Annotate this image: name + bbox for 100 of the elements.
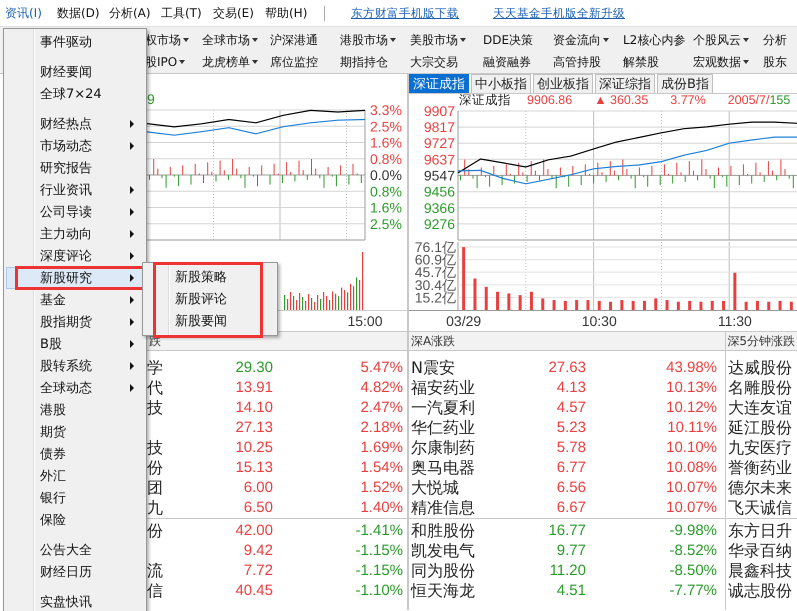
nav-item[interactable]: 股东	[763, 54, 787, 70]
stock-name: 东方日升	[728, 521, 793, 541]
menu-bar-item[interactable]: 工具(T)	[159, 2, 211, 24]
nav-item[interactable]: 解禁股	[623, 54, 659, 70]
stock-name: 流	[147, 561, 164, 581]
nav-item[interactable]: 资金流向	[553, 32, 601, 48]
menu-bar-item[interactable]: 数据(D)	[55, 2, 107, 24]
change-cell-text: -9.98%	[668, 521, 717, 541]
price-cell-text: 6.50	[242, 498, 273, 518]
nav-item[interactable]: 席位监控	[270, 54, 318, 70]
price-cell-text: 27.63	[547, 358, 586, 378]
volume-bar	[541, 298, 544, 310]
volume-bar	[496, 292, 500, 310]
nav-item[interactable]: 融资融券	[483, 54, 531, 70]
menu-item[interactable]: 财经日历	[6, 561, 145, 583]
index-percent: 3.77%	[670, 94, 706, 107]
axis-label: 03/29	[446, 313, 482, 329]
menu-item[interactable]: 债券	[6, 443, 145, 465]
menu-item[interactable]: 研究报告	[6, 157, 145, 179]
nav-item[interactable]: 全球市场	[202, 32, 250, 48]
price-cell-text: 10.25	[234, 438, 273, 458]
menu-item[interactable]: 全球动态	[6, 377, 145, 399]
link[interactable]: 东方财富手机版下载	[351, 6, 459, 20]
menu-item[interactable]: 财经要闻	[6, 61, 145, 83]
nav-item[interactable]: 分析	[763, 32, 787, 48]
volume-bar	[564, 300, 567, 310]
menu-item[interactable]: 新股评论	[144, 288, 276, 310]
change-cell-text: 2.47%	[359, 398, 403, 418]
nav-item[interactable]: 美股市场	[410, 32, 458, 48]
tab[interactable]: 深证成指	[409, 74, 469, 93]
column-header: 深A涨跌	[411, 334, 456, 348]
menu-item[interactable]: 全球7×24	[6, 83, 145, 105]
price-cell-text: 29.30	[234, 358, 273, 378]
menu-bar-item[interactable]: 交易(E)	[211, 2, 263, 24]
menu-item[interactable]: 实盘快讯	[6, 591, 145, 611]
volume-bar	[575, 300, 578, 310]
nav-item[interactable]: 港股市场	[340, 32, 388, 48]
price-cell-text: 7.72	[242, 561, 273, 581]
menu-item[interactable]: 事件驱动	[6, 31, 145, 53]
change-cell-text: 10.11%	[666, 418, 717, 438]
menu-item[interactable]: 保险	[6, 509, 145, 531]
menu-item[interactable]: 行业资讯	[6, 179, 145, 201]
nav-item[interactable]: 高管持股	[553, 54, 601, 70]
nav-item[interactable]: 个股风云	[693, 32, 741, 48]
stock-name: 学	[147, 358, 164, 378]
price-cell-text: 5.23	[556, 418, 586, 438]
stock-name: 恒天海龙	[411, 581, 476, 601]
tab[interactable]: 创业板指	[533, 74, 593, 93]
price-cell-text: 6.77	[556, 458, 586, 478]
price-cell-text: 6.56	[556, 478, 586, 498]
link[interactable]: 天天基金手机版全新升级	[493, 6, 625, 20]
axis-label: 9817	[424, 119, 455, 136]
volume-bar	[632, 300, 635, 310]
column-header: 深5分钟涨跌	[727, 334, 795, 348]
menu-item[interactable]: B股	[6, 333, 145, 355]
tab[interactable]: 深证综指	[595, 74, 655, 93]
menu-item[interactable]: 期货	[6, 421, 145, 443]
nav-item[interactable]: DDE决策	[483, 32, 534, 48]
menu-item[interactable]: 外汇	[6, 465, 145, 487]
menu-item[interactable]: 银行	[6, 487, 145, 509]
axis-label: 9276	[424, 216, 455, 232]
menu-item[interactable]: 新股策略	[144, 266, 276, 288]
menu-bar-item[interactable]: 帮助(H)	[263, 2, 315, 24]
volume-bar	[688, 300, 692, 310]
stock-name: 代	[147, 378, 164, 398]
menu-item[interactable]: 基金	[6, 289, 145, 311]
stock-name: 尔康制药	[411, 438, 476, 458]
menu-item[interactable]: 公司导读	[6, 201, 145, 223]
nav-item[interactable]: 沪深港通	[270, 32, 318, 48]
menu-item[interactable]: 市场动态	[6, 135, 145, 157]
menu-item[interactable]: 主力动向	[6, 223, 145, 245]
tab[interactable]: 中小板指	[471, 74, 531, 93]
stock-name: 达威股份	[728, 358, 793, 378]
menu-item[interactable]: 深度评论	[6, 245, 145, 267]
menu-item[interactable]: 股转系统	[6, 355, 145, 377]
menu-item[interactable]: 公告大全	[6, 539, 145, 561]
nav-item[interactable]: 大宗交易	[410, 54, 458, 70]
nav-item[interactable]: 期指持仓	[340, 54, 388, 70]
axis-label: 9547	[424, 167, 455, 184]
menu-bar-item[interactable]: 资讯(I)	[3, 2, 55, 24]
nav-item[interactable]: L2核心内参	[623, 32, 686, 48]
nav-item[interactable]: 宏观数据	[693, 54, 741, 70]
volume-bar	[654, 298, 658, 310]
menu-bar-item[interactable]: 分析(A)	[107, 2, 159, 24]
change-cell-text: -8.52%	[668, 541, 717, 561]
axis-label: 2.5%	[370, 216, 402, 232]
volume-bar	[507, 293, 510, 310]
price-cell-text: 6.67	[556, 498, 586, 518]
menu-item[interactable]: 新股要闻	[144, 310, 276, 332]
axis-label: 1.6%	[370, 134, 402, 150]
menu-item[interactable]: 股指期货	[6, 311, 145, 333]
change-cell-text: 43.98%	[665, 358, 717, 378]
change-cell-text: -1.41%	[354, 521, 403, 541]
menu-item[interactable]: 财经热点	[6, 113, 145, 135]
axis-label: 9366	[424, 200, 455, 216]
change-cell-text: 4.82%	[359, 378, 403, 398]
nav-item[interactable]: 龙虎榜单	[202, 54, 250, 70]
menu-item[interactable]: 港股	[6, 399, 145, 421]
price-cell-text: 5.78	[556, 438, 586, 458]
tab[interactable]: 成份B指	[657, 74, 713, 93]
